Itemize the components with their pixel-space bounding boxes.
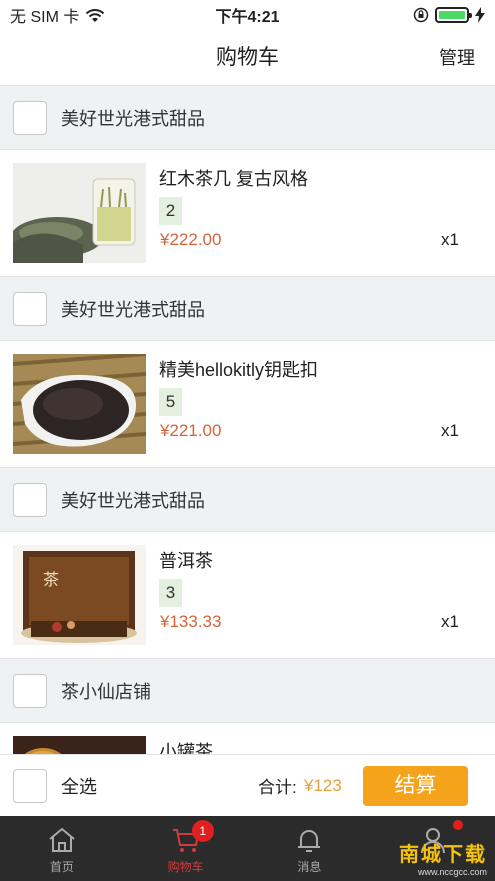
- tab-cart-label: 购物车: [167, 860, 204, 874]
- charging-icon: [475, 7, 485, 23]
- product-image[interactable]: [13, 163, 146, 263]
- quantity-box[interactable]: 5: [159, 388, 182, 416]
- product-price: ¥133.33: [160, 612, 222, 631]
- cart-item[interactable]: 精美hellokitly钥匙扣 5 ¥221.00 x1: [0, 341, 495, 468]
- status-bar: 无 SIM 卡 下午4:21: [0, 0, 495, 30]
- item-count: x1: [441, 421, 459, 440]
- cart-item[interactable]: 红木茶几 复古风格 2 ¥222.00 x1: [0, 150, 495, 277]
- carrier-label: 无 SIM 卡: [10, 9, 80, 26]
- manage-button[interactable]: 管理: [439, 30, 475, 86]
- shop-name: 美好世光港式甜品: [61, 108, 205, 129]
- notification-dot: [453, 820, 464, 830]
- watermark-main: 南城下载: [399, 844, 487, 866]
- tab-bar: 首页 1 购物车 消息 南城下载 www.nccgcc.com: [0, 816, 495, 881]
- shop-name: 美好世光港式甜品: [61, 490, 205, 511]
- cart-item[interactable]: 茶 普洱茶 3 ¥133.33 x1: [0, 532, 495, 659]
- shop-header: 美好世光港式甜品: [0, 277, 495, 341]
- shop-checkbox[interactable]: [13, 482, 47, 517]
- shop-checkbox[interactable]: [13, 291, 47, 326]
- battery-icon: [435, 7, 472, 23]
- tab-home[interactable]: 首页: [0, 816, 124, 881]
- tab-messages[interactable]: 消息: [248, 816, 372, 881]
- quantity-box[interactable]: 3: [159, 579, 182, 607]
- quantity-box[interactable]: 2: [159, 197, 182, 225]
- product-title[interactable]: 小罐茶: [159, 738, 213, 754]
- watermark: 南城下载 www.nccgcc.com: [399, 838, 487, 877]
- product-image[interactable]: 茶: [13, 545, 146, 645]
- product-title[interactable]: 普洱茶: [159, 547, 213, 573]
- checkout-bar: 全选 合计: ¥123 结算: [0, 754, 495, 816]
- watermark-url: www.nccgcc.com: [417, 867, 487, 877]
- shop-name: 茶小仙店铺: [61, 681, 151, 702]
- shop-checkbox[interactable]: [13, 673, 47, 708]
- status-left: 无 SIM 卡: [10, 3, 105, 27]
- product-image[interactable]: [13, 354, 146, 454]
- total-value: ¥123: [304, 775, 342, 795]
- tab-home-label: 首页: [49, 860, 74, 874]
- product-title[interactable]: 精美hellokitly钥匙扣: [159, 356, 318, 382]
- tab-messages-label: 消息: [297, 860, 322, 874]
- cart-badge: 1: [191, 820, 214, 842]
- shop-name: 美好世光港式甜品: [61, 299, 205, 320]
- select-all-label[interactable]: 全选: [61, 773, 97, 799]
- product-price: ¥222.00: [160, 230, 222, 249]
- shop-header: 美好世光港式甜品: [0, 86, 495, 150]
- page-title: 购物车: [216, 46, 279, 69]
- product-price: ¥221.00: [160, 421, 222, 440]
- product-image[interactable]: [13, 736, 146, 754]
- tab-cart[interactable]: 1 购物车: [124, 816, 248, 881]
- item-count: x1: [441, 230, 459, 249]
- cart-list[interactable]: 美好世光港式甜品 红木茶几 复古风格 2 ¥222.00 x1 美好世光港式甜品: [0, 86, 495, 754]
- item-count: x1: [441, 612, 459, 631]
- shop-header: 美好世光港式甜品: [0, 468, 495, 532]
- shop-header: 茶小仙店铺: [0, 659, 495, 723]
- navigation-bar: 购物车 管理: [0, 30, 495, 86]
- status-right: [413, 7, 485, 23]
- checkout-button[interactable]: 结算: [363, 766, 468, 806]
- home-icon: [49, 827, 75, 852]
- bell-icon: [298, 830, 321, 852]
- cart-item[interactable]: 小罐茶: [0, 723, 495, 754]
- wifi-icon: [86, 8, 105, 22]
- shop-checkbox[interactable]: [13, 100, 47, 135]
- total-label: 合计:: [258, 778, 297, 797]
- select-all-checkbox[interactable]: [13, 768, 47, 803]
- product-title[interactable]: 红木茶几 复古风格: [159, 165, 308, 191]
- svg-text:茶: 茶: [43, 570, 59, 589]
- orientation-lock-icon: [413, 7, 429, 23]
